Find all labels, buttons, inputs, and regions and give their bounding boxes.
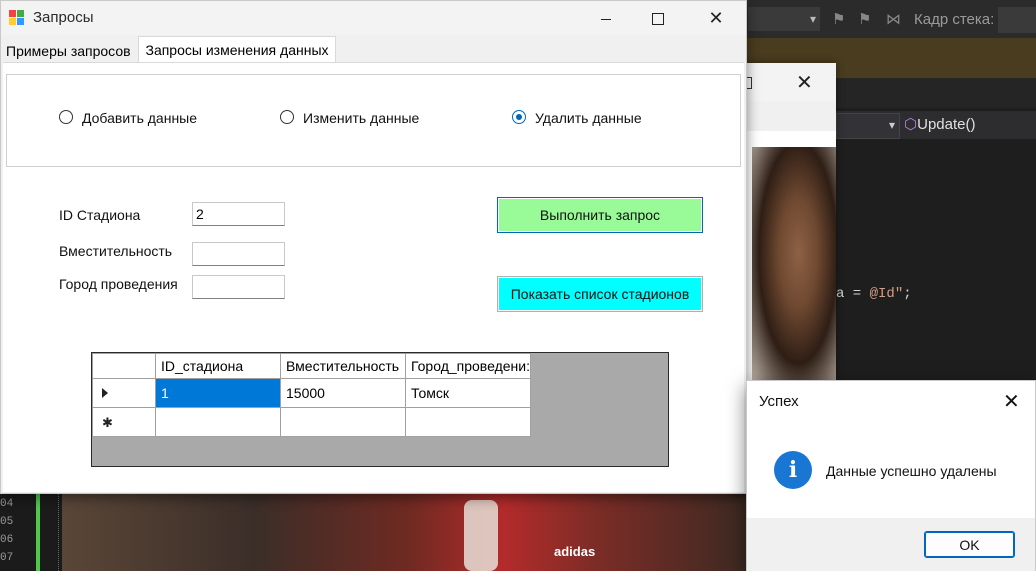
video-frame: adidas <box>62 490 752 571</box>
radio-label: Добавить данные <box>82 110 198 126</box>
stack-frame-label: Кадр стека: <box>914 11 995 28</box>
code-fragment: a = @Id"; <box>836 286 912 302</box>
capacity-label: Вместительность <box>59 243 173 259</box>
stadium-id-field[interactable] <box>192 202 285 226</box>
column-header[interactable]: Город_проведени: <box>405 353 531 379</box>
thread-flag-icon[interactable]: ⚑ <box>858 10 871 28</box>
radio-label: Изменить данные <box>303 110 420 126</box>
line-number: 04 <box>0 498 14 510</box>
city-label: Город проведения <box>59 276 178 292</box>
row-header[interactable]: ✱ <box>92 407 156 437</box>
webcam-image <box>752 147 836 383</box>
logo-text: adidas <box>554 544 596 559</box>
capacity-field[interactable] <box>192 242 285 266</box>
tab-strip: Примеры запросов Запросы изменения данны… <box>1 35 746 64</box>
grid-cell[interactable]: 1 <box>155 378 281 408</box>
new-row-icon: ✱ <box>102 414 113 430</box>
city-field[interactable] <box>192 275 285 299</box>
new-row[interactable]: ✱ <box>92 407 531 437</box>
row-header[interactable] <box>92 378 156 408</box>
grid-table: ID_стадиона Вместительность Город_провед… <box>92 353 531 437</box>
radio-label: Удалить данные <box>535 110 642 126</box>
flag-icon[interactable]: ⚑ <box>832 10 845 28</box>
minimize-button[interactable] <box>583 1 629 35</box>
line-number: 06 <box>0 534 14 546</box>
message-box-title: Успех <box>759 393 799 410</box>
grid-header-row: ID_стадиона Вместительность Город_провед… <box>92 353 531 379</box>
grid-cell[interactable] <box>405 407 531 437</box>
method-name: Update() <box>917 116 976 133</box>
ide-toolbar-dropdown[interactable] <box>748 7 820 31</box>
code-tail: ; <box>903 286 912 302</box>
indent-guide <box>58 490 60 571</box>
maximize-icon <box>652 13 664 26</box>
stack-frame-dropdown[interactable] <box>998 7 1036 33</box>
method-icon: ⬡ <box>904 116 918 133</box>
tab-query-examples[interactable]: Примеры запросов <box>4 40 133 63</box>
close-icon[interactable]: ✕ <box>796 70 813 95</box>
message-box-footer: OK <box>747 518 1035 571</box>
close-button[interactable]: ✕ <box>693 1 739 35</box>
title-bar: Запросы ✕ <box>1 1 746 35</box>
row-header-corner[interactable] <box>92 353 156 379</box>
method-nav[interactable]: ⬡Update() <box>904 115 975 133</box>
maximize-button[interactable] <box>635 1 681 35</box>
line-number: 05 <box>0 516 14 528</box>
grid-cell[interactable] <box>280 407 406 437</box>
line-number: 07 <box>0 552 14 564</box>
close-icon: ✕ <box>708 8 724 28</box>
ide-member-dropdown[interactable] <box>836 113 900 139</box>
code-string: @Id" <box>869 286 904 302</box>
column-header[interactable]: ID_стадиона <box>155 353 281 379</box>
table-row[interactable]: 1 15000 Томск <box>92 378 531 408</box>
show-stadiums-button[interactable]: Показать список стадионов <box>497 276 703 312</box>
message-text: Данные успешно удалены <box>826 463 997 479</box>
grid-cell[interactable]: 15000 <box>280 378 406 408</box>
app-icon <box>9 10 25 26</box>
tab-data-modification[interactable]: Запросы изменения данных <box>138 36 336 64</box>
change-indicator <box>36 490 40 571</box>
operation-groupbox: Добавить данные Изменить данные Удалить … <box>6 74 741 167</box>
info-icon: i <box>774 451 812 489</box>
radio-circle-checked <box>512 110 526 124</box>
minimize-icon <box>601 18 611 20</box>
window-title: Запросы <box>33 9 94 26</box>
execute-query-button[interactable]: Выполнить запрос <box>497 197 703 233</box>
grid-cell[interactable] <box>155 407 281 437</box>
line-number-gutter: 04 05 06 07 <box>0 490 62 571</box>
data-grid[interactable]: ID_стадиона Вместительность Город_провед… <box>91 352 669 467</box>
tab-panel: Добавить данные Изменить данные Удалить … <box>3 62 744 492</box>
radio-circle <box>59 110 73 124</box>
main-window: Запросы ✕ Примеры запросов Запросы измен… <box>0 0 747 494</box>
ok-button[interactable]: OK <box>924 531 1015 558</box>
close-icon[interactable]: ✕ <box>1003 389 1020 414</box>
current-row-icon <box>102 388 108 398</box>
filter-icon[interactable]: ⋈ <box>886 10 901 28</box>
stadium-id-label: ID Стадиона <box>59 207 141 223</box>
code-plain: a = <box>836 286 870 302</box>
shirt-detail <box>464 500 498 571</box>
grid-cell[interactable]: Томск <box>405 378 531 408</box>
column-header[interactable]: Вместительность <box>280 353 406 379</box>
radio-circle <box>280 110 294 124</box>
message-box: Успех ✕ i Данные успешно удалены OK <box>746 380 1036 571</box>
